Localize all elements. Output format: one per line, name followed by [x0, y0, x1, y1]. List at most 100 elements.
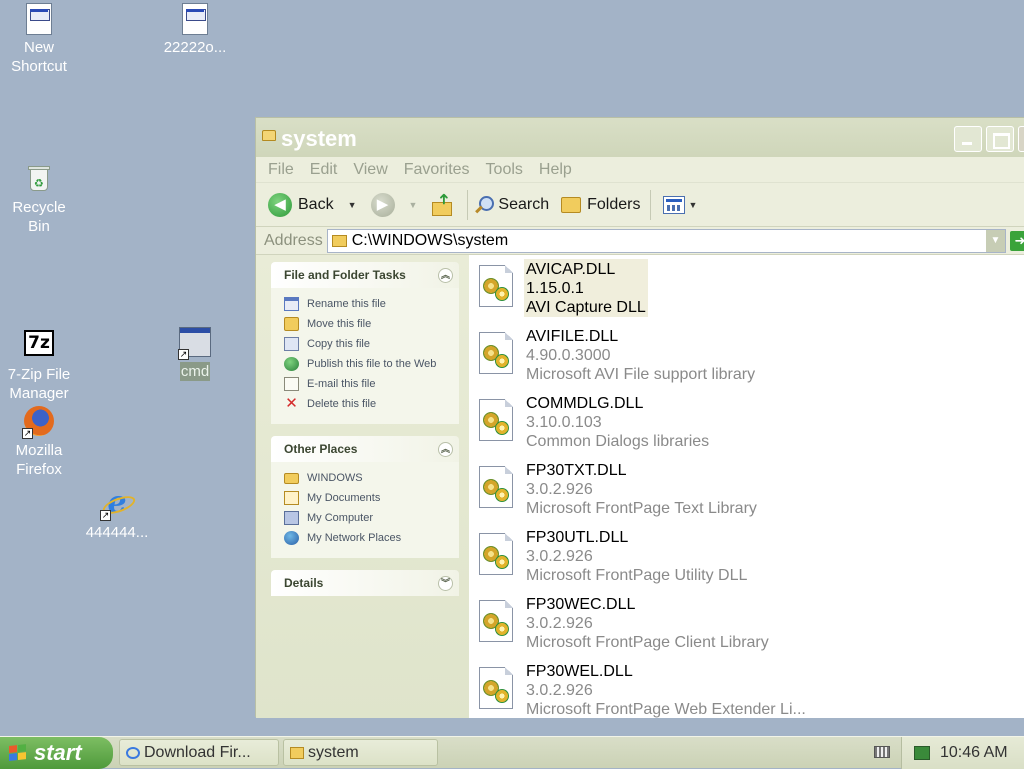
desktop-icon-new-shortcut[interactable]: New Shortcut — [4, 3, 74, 76]
taskbar-button-download-firefox[interactable]: Download Fir... — [119, 739, 279, 766]
folder-icon — [262, 130, 276, 141]
file-item-fp30wec[interactable]: FP30WEC.DLL 3.0.2.926 Microsoft FrontPage … — [479, 594, 1024, 661]
panel-title: File and Folder Tasks — [284, 268, 406, 282]
title-bar[interactable]: system — [256, 118, 1024, 157]
desktop-icon-22222o[interactable]: 22222o... — [154, 3, 236, 57]
desktop-icon-444444[interactable]: e ↗ 444444... — [76, 488, 158, 542]
menu-tools[interactable]: Tools — [486, 161, 523, 179]
place-my-network-places[interactable]: My Network Places — [284, 528, 453, 548]
other-places-header[interactable]: Other Places ︽ — [271, 436, 459, 462]
collapse-chevron-icon[interactable]: ︽ — [438, 441, 453, 457]
cmd-window-icon: ↗ — [178, 327, 211, 360]
task-label: Delete this file — [307, 398, 377, 410]
forward-button[interactable]: ▶ — [370, 192, 395, 217]
task-label: Rename this file — [307, 298, 386, 310]
collapse-chevron-icon[interactable]: ︽ — [438, 267, 453, 283]
desktop-icon-label: New Shortcut — [11, 39, 67, 75]
file-item-fp30txt[interactable]: FP30TXT.DLL 3.0.2.926 Microsoft FrontPage … — [479, 460, 1024, 527]
go-arrow-icon[interactable]: ➜ — [1010, 230, 1024, 251]
task-delete[interactable]: ✕ Delete this file — [284, 394, 453, 414]
system-tray: 10:46 AM — [901, 737, 1024, 769]
file-item-avifile[interactable]: AVIFILE.DLL 4.90.0.3000 Microsoft AVI File… — [479, 326, 1024, 393]
file-item-commdlg[interactable]: COMMDLG.DLL 3.10.0.103 Common Dialogs libr… — [479, 393, 1024, 460]
desktop-icon-recycle-bin[interactable]: ♻ Recycle Bin — [4, 163, 74, 236]
task-move[interactable]: Move this file — [284, 314, 453, 334]
maximize-button[interactable] — [986, 126, 1014, 152]
back-button[interactable]: ◀ Back — [268, 192, 334, 217]
folder-icon — [331, 234, 347, 247]
folder-icon — [284, 472, 299, 484]
views-icon[interactable] — [663, 195, 686, 214]
file-item-fp30wel[interactable]: FP30WEL.DLL 3.0.2.926 Microsoft FrontPage … — [479, 661, 1024, 718]
menu-edit[interactable]: Edit — [310, 161, 338, 179]
copy-icon — [284, 337, 299, 351]
address-value: C:\WINDOWS\system — [351, 231, 509, 249]
keyboard-icon[interactable] — [874, 746, 890, 758]
file-item-fp30utl[interactable]: FP30UTL.DLL 3.0.2.926 Microsoft FrontPage … — [479, 527, 1024, 594]
desktop-icon-firefox[interactable]: ↗ Mozilla Firefox — [4, 406, 74, 479]
desktop-icon-label: Recycle Bin — [12, 199, 66, 235]
file-item-avicap[interactable]: AVICAP.DLL 1.15.0.1 AVI Capture DLL — [479, 259, 1024, 326]
up-folder-icon[interactable] — [431, 194, 453, 216]
address-input[interactable]: C:\WINDOWS\system ▼ — [326, 228, 1006, 253]
menu-help[interactable]: Help — [539, 161, 572, 179]
file-version: 4.90.0.3000 — [526, 347, 611, 364]
window-title: system — [281, 126, 357, 151]
menu-view[interactable]: View — [353, 161, 387, 179]
taskbar-button-label: system — [308, 743, 359, 761]
start-label: start — [34, 740, 82, 765]
file-name: FP30WEC.DLL — [526, 596, 636, 613]
task-rename[interactable]: Rename this file — [284, 294, 453, 314]
explorer-window: system File Edit View Favorites Tools He… — [255, 117, 1024, 718]
seven-zip-icon: 7z — [23, 330, 55, 362]
search-label: Search — [498, 195, 550, 213]
close-button[interactable] — [1018, 126, 1024, 152]
email-icon — [284, 377, 299, 391]
address-dropdown-icon[interactable]: ▼ — [986, 229, 1005, 252]
search-button[interactable]: Search — [474, 195, 549, 215]
expand-chevron-icon[interactable]: ︾ — [438, 575, 453, 591]
taskbar: start Download Fir... system 10:46 AM — [0, 736, 1024, 769]
file-description: Microsoft AVI File support library — [526, 366, 756, 383]
folders-button[interactable]: Folders — [555, 196, 640, 214]
place-my-documents[interactable]: My Documents — [284, 488, 453, 508]
file-name: FP30WEL.DLL — [526, 663, 633, 680]
dll-file-icon — [479, 667, 517, 711]
folders-icon — [561, 196, 582, 213]
task-email[interactable]: E-mail this file — [284, 374, 453, 394]
menu-file[interactable]: File — [268, 161, 294, 179]
network-status-icon[interactable] — [914, 746, 930, 760]
back-dropdown-icon[interactable]: ▼ — [348, 200, 357, 210]
search-icon — [474, 195, 495, 215]
file-name: AVICAP.DLL — [526, 261, 616, 278]
desktop-icon-cmd[interactable]: ↗ cmd — [175, 327, 215, 381]
place-my-computer[interactable]: My Computer — [284, 508, 453, 528]
minimize-button[interactable] — [954, 126, 982, 152]
file-description: Microsoft FrontPage Utility DLL — [526, 567, 748, 584]
file-folder-tasks-header[interactable]: File and Folder Tasks ︽ — [271, 262, 459, 288]
task-copy[interactable]: Copy this file — [284, 334, 453, 354]
taskbar-button-system[interactable]: system — [283, 739, 438, 766]
task-pane: File and Folder Tasks ︽ Rename this file… — [256, 255, 469, 718]
place-label: My Network Places — [307, 532, 402, 544]
delete-icon: ✕ — [285, 395, 298, 412]
file-description: Microsoft FrontPage Client Library — [526, 634, 769, 651]
back-label: Back — [298, 195, 334, 213]
menu-favorites[interactable]: Favorites — [404, 161, 470, 179]
place-windows[interactable]: WINDOWS — [284, 468, 453, 488]
task-publish[interactable]: Publish this file to the Web — [284, 354, 453, 374]
views-dropdown-icon[interactable]: ▼ — [688, 200, 697, 210]
desktop-icon-7zip[interactable]: 7z 7-Zip File Manager — [0, 327, 78, 403]
file-version: 3.0.2.926 — [526, 548, 593, 565]
clock[interactable]: 10:46 AM — [940, 744, 1008, 762]
forward-dropdown-icon[interactable]: ▼ — [409, 200, 418, 210]
toolbar-separator — [650, 189, 652, 220]
dll-file-icon — [479, 332, 517, 376]
globe-icon — [284, 357, 299, 371]
start-button[interactable]: start — [0, 737, 113, 769]
place-label: WINDOWS — [307, 472, 363, 484]
address-label: Address — [264, 231, 323, 249]
details-header[interactable]: Details ︾ — [271, 570, 459, 596]
file-version: 1.15.0.1 — [526, 280, 584, 297]
file-version: 3.0.2.926 — [526, 682, 593, 699]
